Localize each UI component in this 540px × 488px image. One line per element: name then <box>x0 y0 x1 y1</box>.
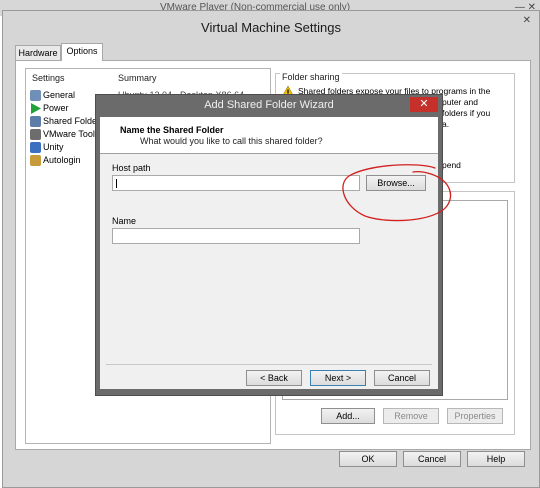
remove-folder-button[interactable]: Remove <box>383 408 439 424</box>
folder-icon <box>30 116 41 128</box>
text-caret <box>116 179 117 188</box>
settings-close-icon[interactable]: ✕ <box>523 15 531 26</box>
host-path-label: Host path <box>112 163 151 173</box>
add-folder-button[interactable]: Add... <box>321 408 375 424</box>
unity-icon <box>30 142 41 154</box>
wizard-close-icon[interactable]: ✕ <box>410 97 438 112</box>
summary-column-header[interactable]: Summary <box>118 73 157 83</box>
settings-item-vmware-tools[interactable]: VMware Tools <box>30 128 99 141</box>
tab-hardware[interactable]: Hardware <box>15 45 61 61</box>
folder-properties-button[interactable]: Properties <box>447 408 503 424</box>
vm-icon <box>30 129 41 141</box>
name-label: Name <box>112 216 137 226</box>
settings-item-autologin[interactable]: Autologin <box>30 154 81 167</box>
tab-options[interactable]: Options <box>61 43 103 61</box>
settings-item-unity[interactable]: Unity <box>30 141 64 154</box>
next-button[interactable]: Next > <box>310 370 366 386</box>
ok-button[interactable]: OK <box>339 451 397 467</box>
cancel-button[interactable]: Cancel <box>403 451 461 467</box>
settings-list-header: Settings Summary <box>26 69 270 85</box>
wizard-subheading: What would you like to call this shared … <box>140 136 323 146</box>
host-path-input[interactable] <box>112 175 360 191</box>
folder-sharing-label: Folder sharing <box>280 72 342 82</box>
settings-column-header[interactable]: Settings <box>32 73 65 83</box>
add-shared-folder-wizard: Add Shared Folder Wizard ✕ Name the Shar… <box>95 94 443 396</box>
user-icon <box>30 155 41 167</box>
wizard-footer-divider <box>106 364 432 365</box>
settings-item-power[interactable]: Power <box>30 102 69 115</box>
back-button[interactable]: < Back <box>246 370 302 386</box>
general-icon <box>30 90 41 102</box>
folder-sharing-text-fragment: folders if you <box>442 108 491 118</box>
folder-sharing-text-fragment: a. <box>442 119 450 129</box>
play-icon <box>31 103 41 115</box>
help-button[interactable]: Help <box>467 451 525 467</box>
wizard-title: Add Shared Folder Wizard <box>204 99 334 111</box>
settings-window-title: Virtual Machine Settings <box>201 20 341 35</box>
annotation-circle <box>342 164 452 222</box>
wizard-heading: Name the Shared Folder <box>120 125 224 135</box>
wizard-header: Name the Shared Folder What would you li… <box>100 117 438 153</box>
settings-item-shared-folders[interactable]: Shared Folders <box>30 115 105 128</box>
settings-item-general[interactable]: General <box>30 89 75 102</box>
share-name-input[interactable] <box>112 228 360 244</box>
wizard-cancel-button[interactable]: Cancel <box>374 370 430 386</box>
folder-sharing-text-fragment: puter and <box>442 97 478 107</box>
